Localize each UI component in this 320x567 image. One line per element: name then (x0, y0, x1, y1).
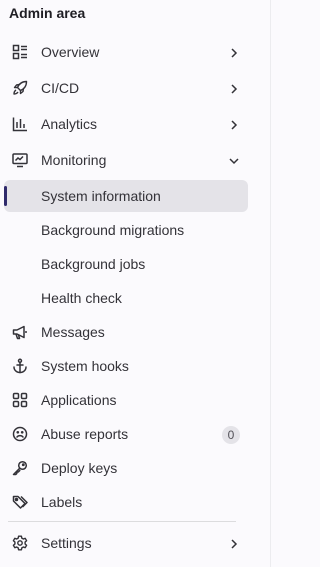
sidebar-item-label: Settings (41, 535, 92, 551)
bullhorn-icon (12, 324, 28, 340)
chevron-right-icon (228, 46, 240, 58)
sidebar-item-label: System hooks (41, 358, 129, 374)
monitor-icon (12, 152, 28, 168)
overview-icon (12, 44, 28, 60)
admin-sidebar: Admin area Overview CI/CD Analytics Moni… (0, 0, 271, 567)
labels-icon (12, 494, 28, 510)
chevron-right-icon (228, 82, 240, 94)
abuse-reports-count-badge: 0 (222, 426, 240, 444)
sidebar-item-labels[interactable]: Labels (4, 486, 248, 518)
sidebar-item-label: Background jobs (41, 256, 146, 272)
rocket-icon (12, 80, 28, 96)
sidebar-subitem-health-check[interactable]: Health check (4, 282, 248, 314)
sidebar-item-monitoring[interactable]: Monitoring (4, 144, 248, 176)
sidebar-item-label: Health check (41, 290, 122, 306)
sidebar-item-abuse-reports[interactable]: Abuse reports 0 (4, 418, 248, 450)
sidebar-item-applications[interactable]: Applications (4, 384, 248, 416)
sidebar-item-label: Abuse reports (41, 426, 129, 442)
sidebar-subitem-system-information[interactable]: System information (4, 180, 248, 212)
sidebar-item-system-hooks[interactable]: System hooks (4, 350, 248, 382)
abuse-icon (12, 426, 28, 442)
key-icon (12, 460, 28, 476)
sidebar-item-ci-cd[interactable]: CI/CD (4, 72, 248, 104)
sidebar-item-deploy-keys[interactable]: Deploy keys (4, 452, 248, 484)
settings-icon (12, 535, 28, 551)
chevron-right-icon (228, 118, 240, 130)
anchor-icon (12, 358, 28, 374)
sidebar-item-label: Background migrations (41, 222, 185, 238)
sidebar-item-label: CI/CD (41, 80, 80, 96)
chevron-right-icon (228, 537, 240, 549)
chart-icon (12, 116, 28, 132)
sidebar-item-label: Monitoring (41, 152, 107, 168)
sidebar-item-label: Analytics (41, 116, 98, 132)
sidebar-item-label: System information (41, 188, 161, 204)
sidebar-item-analytics[interactable]: Analytics (4, 108, 248, 140)
sidebar-item-overview[interactable]: Overview (4, 36, 248, 68)
sidebar-subitem-background-migrations[interactable]: Background migrations (4, 214, 248, 246)
sidebar-divider (8, 521, 236, 522)
sidebar-subitem-background-jobs[interactable]: Background jobs (4, 248, 248, 280)
applications-icon (12, 392, 28, 408)
sidebar-item-messages[interactable]: Messages (4, 316, 248, 348)
sidebar-item-label: Overview (41, 44, 100, 60)
sidebar-item-label: Deploy keys (41, 460, 118, 476)
sidebar-item-settings[interactable]: Settings (4, 527, 248, 559)
sidebar-item-label: Messages (41, 324, 105, 340)
chevron-down-icon (228, 154, 240, 166)
sidebar-title: Admin area (9, 5, 86, 21)
sidebar-item-label: Labels (41, 494, 83, 510)
sidebar-item-label: Applications (41, 392, 117, 408)
